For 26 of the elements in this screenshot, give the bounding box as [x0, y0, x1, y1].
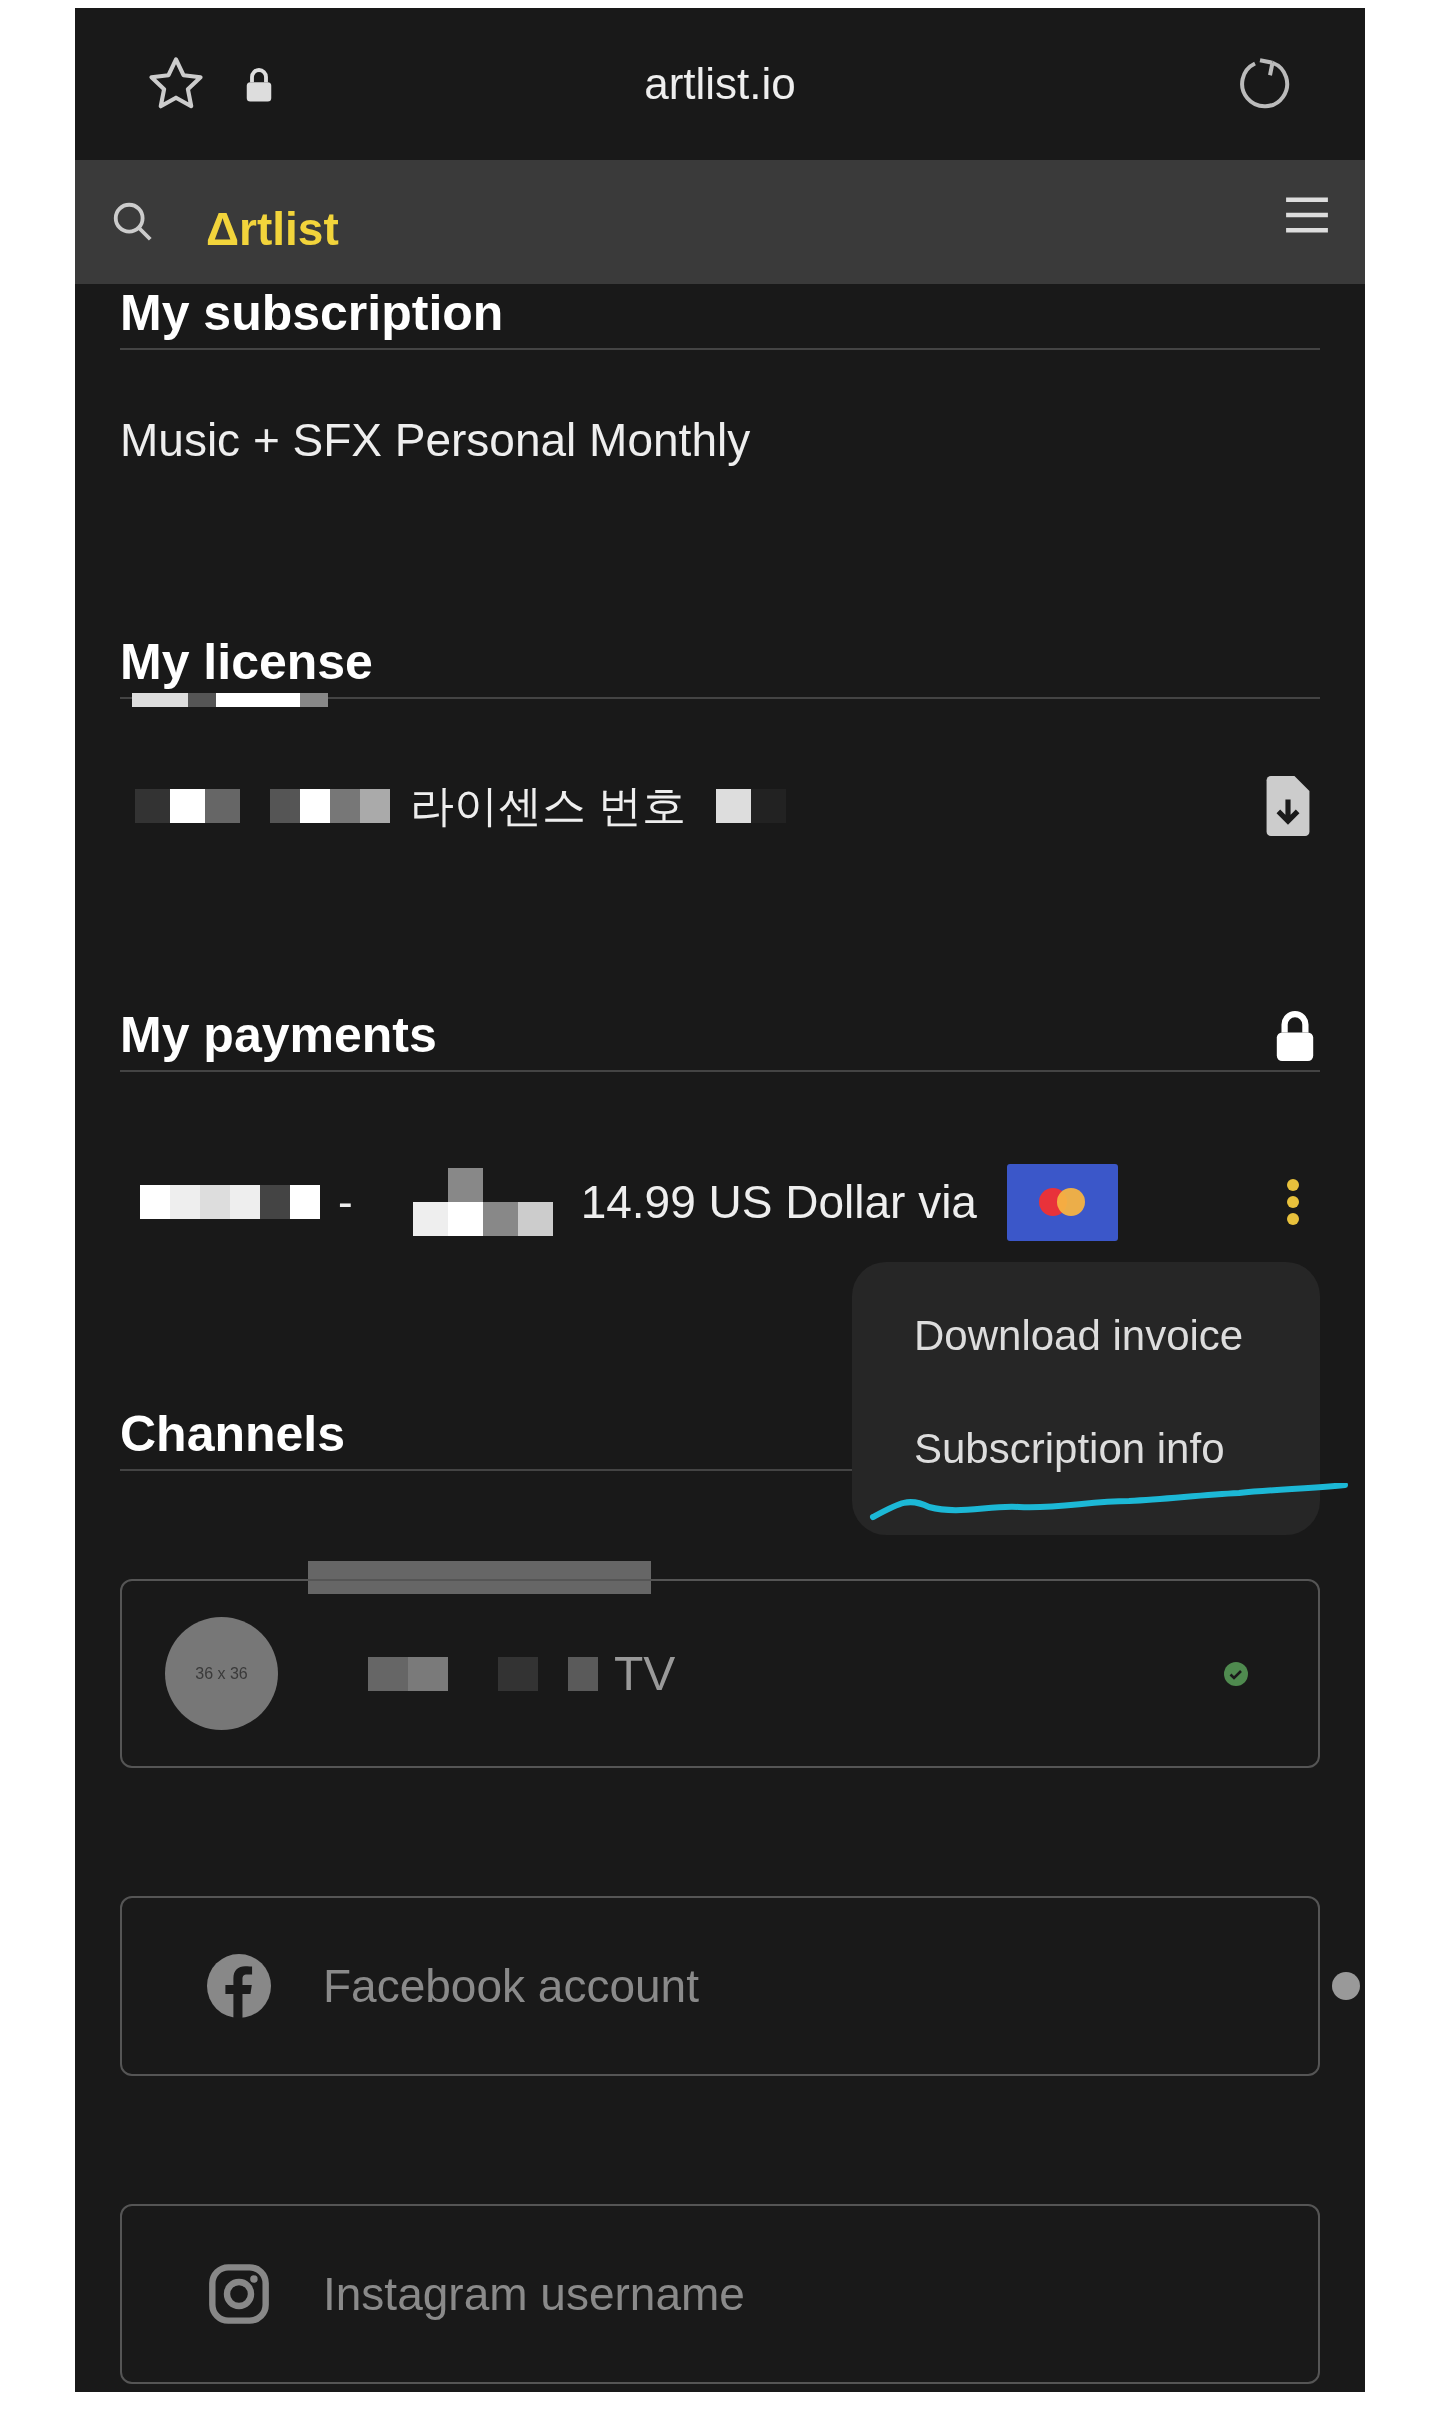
channel-name: TV	[614, 1646, 676, 1701]
pixelated-redaction	[716, 789, 787, 823]
menu-icon[interactable]	[1284, 196, 1330, 234]
more-options-icon[interactable]	[1286, 1178, 1300, 1226]
section-heading: Channels	[120, 1405, 346, 1463]
lock-icon	[245, 66, 273, 102]
payment-date-separator: -	[338, 1177, 353, 1227]
facebook-account-field[interactable]: Facebook account	[321, 1958, 1025, 2014]
card-brand-icon	[1006, 1163, 1118, 1241]
license-number-label: 라이센스 번호	[410, 779, 687, 832]
avatar-size-text: 36 x 36	[195, 1664, 248, 1683]
plan-name: Music + SFX Personal Monthly	[120, 413, 752, 468]
section-heading: My subscription	[120, 284, 505, 342]
download-file-icon[interactable]	[1266, 776, 1310, 836]
url-text[interactable]: artlist.io	[75, 59, 1365, 109]
section-heading: My payments	[120, 1006, 437, 1064]
facebook-icon	[207, 1954, 271, 2018]
lock-icon	[1274, 1009, 1316, 1061]
menu-item[interactable]: Subscription info	[914, 1425, 1225, 1472]
section-heading: My license	[120, 633, 374, 691]
instagram-username-field[interactable]: Instagram username	[321, 2266, 1025, 2322]
instagram-icon	[207, 2262, 271, 2326]
channel-card[interactable]: 36 x 36 TV	[120, 1579, 1320, 1768]
payment-amount: 14.99 US Dollar via	[580, 1175, 977, 1229]
menu-item[interactable]: Download invoice	[914, 1312, 1244, 1359]
logo[interactable]: Δrtlist	[206, 202, 339, 256]
